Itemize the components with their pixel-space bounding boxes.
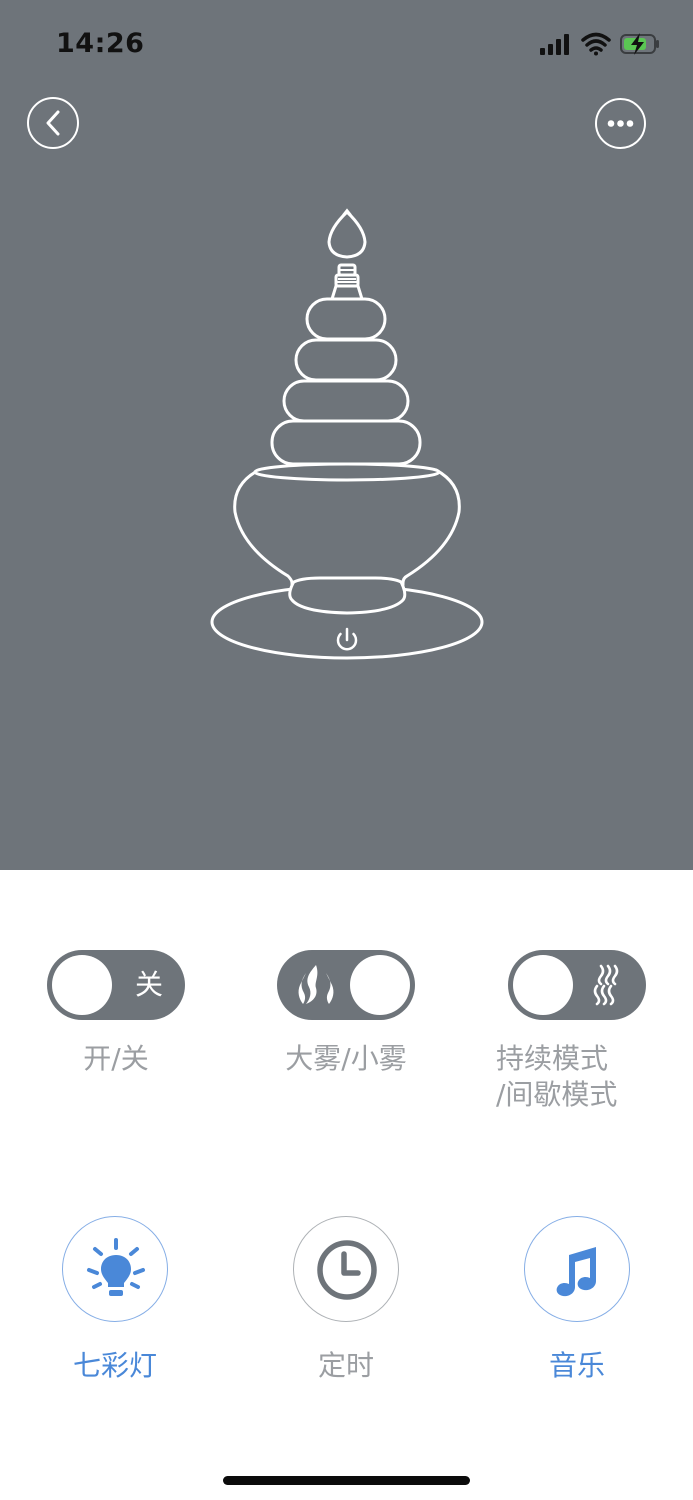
toggle-knob [52,955,112,1015]
music-button[interactable] [524,1216,630,1322]
cellular-signal-icon [540,34,569,55]
more-options-button[interactable] [595,98,646,149]
battery-charging-icon [620,33,659,55]
more-dots-icon [607,120,634,127]
mode-label-line1: 持续模式 [496,1042,609,1075]
power-toggle[interactable]: 关 [47,950,185,1020]
music-label: 音乐 [548,1349,605,1382]
power-toggle-label: 开/关 [83,1042,149,1075]
light-bulb-icon [87,1238,145,1296]
diffuser-illustration [210,208,484,660]
mode-label-line2: /间歇模式 [496,1078,618,1111]
music-note-icon [556,1247,596,1297]
back-button[interactable] [27,97,79,149]
mist-flame-icon [298,965,334,1004]
home-indicator[interactable] [223,1476,470,1485]
timer-label: 定时 [317,1349,374,1382]
timer-button[interactable] [293,1216,399,1322]
mode-toggle-label: 持续模式 /间歇模式 [496,1042,656,1112]
rainbow-light-label: 七彩灯 [72,1349,157,1382]
status-time: 14:26 [56,28,145,59]
mist-toggle[interactable] [277,950,415,1020]
mode-toggle[interactable] [508,950,646,1020]
toggle-knob [350,955,410,1015]
control-panel: 关 开/关 大雾/小雾 持续模式 /间歇模式 七彩灯 定时 音乐 [0,870,693,1500]
power-state-text: 关 [134,968,163,1001]
toggle-knob [513,955,573,1015]
mist-waves-icon [593,964,619,1006]
chevron-left-icon [46,110,60,136]
rainbow-light-button[interactable] [62,1216,168,1322]
device-preview: 14:26 [0,0,693,870]
status-icons [540,32,659,56]
mist-toggle-label: 大雾/小雾 [285,1042,407,1075]
wifi-icon [581,32,611,56]
clock-icon [317,1240,377,1300]
